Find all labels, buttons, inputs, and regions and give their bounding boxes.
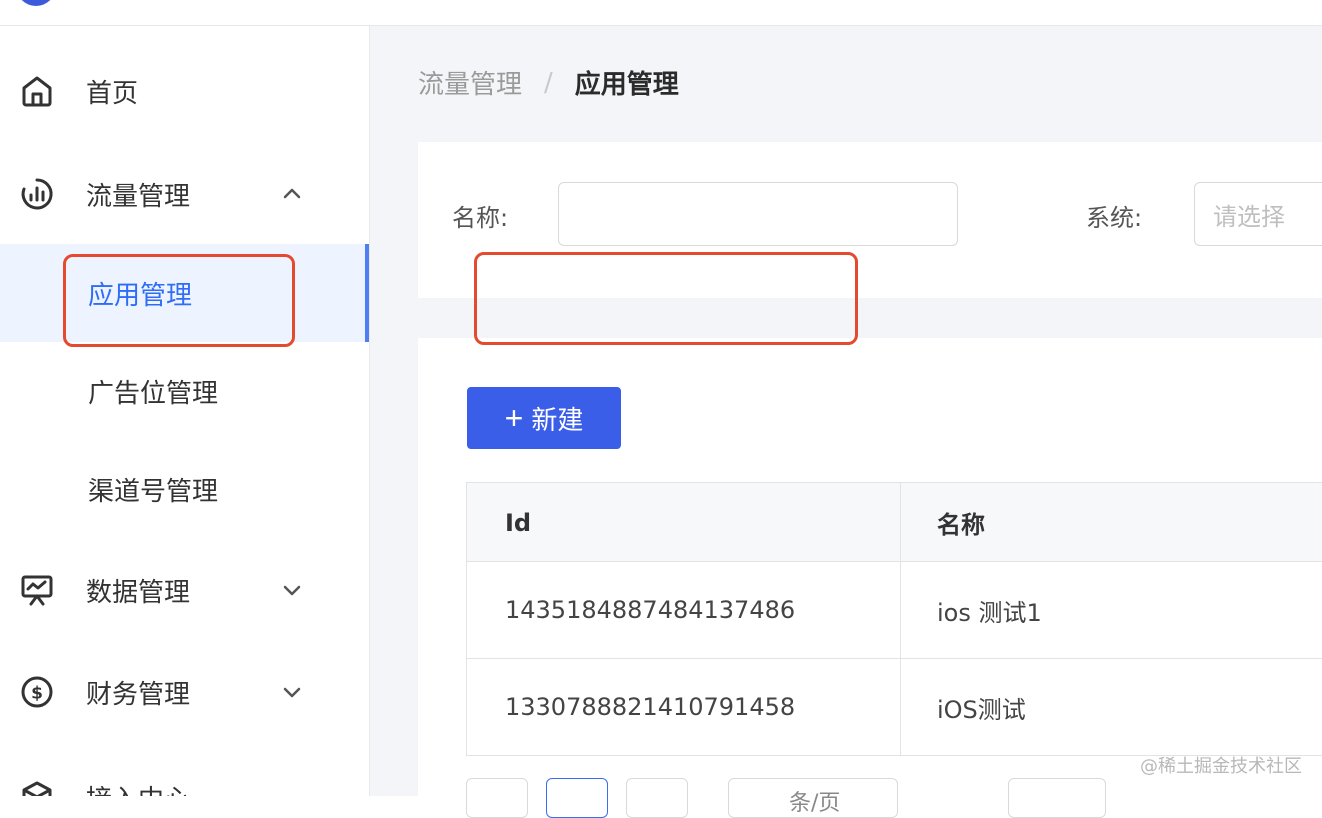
system-filter-label: 系统: bbox=[1086, 204, 1143, 232]
dollar-icon: $ bbox=[21, 676, 53, 708]
data-monitor-icon bbox=[21, 575, 53, 606]
table-row[interactable]: 1330788821410791458 iOS测试 bbox=[467, 659, 1322, 756]
system-filter-select[interactable]: 请选择 bbox=[1194, 182, 1322, 246]
main-content: 流量管理 / 应用管理 名称: 系统: 请选择 + 新建 Id 名称 14351… bbox=[370, 26, 1322, 818]
active-indicator bbox=[365, 244, 369, 342]
highlight-box bbox=[474, 252, 858, 345]
sidebar-item-label: 财务管理 bbox=[86, 679, 191, 710]
new-button-label: 新建 bbox=[531, 404, 584, 435]
svg-text:$: $ bbox=[31, 684, 43, 704]
chevron-down-icon bbox=[283, 687, 301, 698]
name-filter-input[interactable] bbox=[558, 182, 958, 246]
data-table: Id 名称 1435184887484137486 ios 测试1 133078… bbox=[466, 482, 1322, 756]
chevron-down-icon bbox=[283, 585, 301, 596]
system-select-placeholder: 请选择 bbox=[1213, 202, 1285, 231]
table-panel: + 新建 Id 名称 1435184887484137486 ios 测试1 1… bbox=[418, 338, 1322, 818]
top-bar bbox=[0, 0, 1322, 26]
home-icon bbox=[22, 76, 52, 107]
sidebar-item-label: 渠道号管理 bbox=[88, 476, 219, 507]
cell-id: 1435184887484137486 bbox=[505, 596, 796, 624]
sidebar-item-label: 首页 bbox=[86, 78, 139, 109]
sidebar-item-data[interactable]: 数据管理 bbox=[0, 555, 369, 625]
pager-next-button[interactable] bbox=[626, 778, 688, 818]
cell-name: ios 测试1 bbox=[937, 598, 1042, 627]
table-header: Id 名称 bbox=[467, 483, 1322, 562]
page-jump-input[interactable] bbox=[1008, 778, 1106, 818]
sidebar-item-label: 接入中心 bbox=[86, 779, 190, 797]
sidebar-item-traffic[interactable]: 流量管理 bbox=[0, 159, 369, 229]
page-size-select[interactable]: 条/页 bbox=[728, 778, 898, 818]
table-row[interactable]: 1435184887484137486 ios 测试1 bbox=[467, 562, 1322, 659]
cell-id: 1330788821410791458 bbox=[505, 693, 796, 721]
sidebar: 首页 流量管理 应用管理 广告位管理 渠道号管理 数据管理 $ 财务管理 bbox=[0, 26, 370, 796]
sidebar-item-label: 流量管理 bbox=[86, 181, 191, 212]
sidebar-subitem-channel-management[interactable]: 渠道号管理 bbox=[0, 440, 369, 538]
sidebar-item-finance[interactable]: $ 财务管理 bbox=[0, 657, 369, 727]
column-header-id[interactable]: Id bbox=[505, 483, 531, 562]
pager-prev-button[interactable] bbox=[466, 778, 528, 818]
column-divider bbox=[900, 483, 901, 756]
breadcrumb: 流量管理 / 应用管理 bbox=[418, 64, 679, 101]
watermark: @稀土掘金技术社区 bbox=[1140, 756, 1302, 777]
breadcrumb-current: 应用管理 bbox=[574, 70, 679, 100]
chevron-up-icon bbox=[283, 188, 301, 199]
plus-icon: + bbox=[504, 400, 524, 436]
highlight-box bbox=[63, 254, 295, 347]
logo-icon bbox=[16, 0, 56, 6]
traffic-icon bbox=[21, 178, 53, 210]
pager-page-button[interactable] bbox=[546, 778, 608, 818]
breadcrumb-parent[interactable]: 流量管理 bbox=[418, 64, 522, 101]
page-size-label: 条/页 bbox=[789, 791, 841, 816]
breadcrumb-separator: / bbox=[544, 67, 553, 98]
box-icon bbox=[22, 781, 52, 796]
cell-name: iOS测试 bbox=[937, 695, 1026, 724]
sidebar-item-access-center[interactable]: 接入中心 bbox=[0, 762, 369, 796]
sidebar-item-home[interactable]: 首页 bbox=[0, 56, 369, 126]
sidebar-item-label: 广告位管理 bbox=[88, 378, 219, 409]
sidebar-item-label: 数据管理 bbox=[86, 577, 191, 608]
sidebar-subitem-ad-slot-management[interactable]: 广告位管理 bbox=[0, 342, 369, 440]
new-button[interactable]: + 新建 bbox=[467, 387, 621, 449]
column-header-name[interactable]: 名称 bbox=[937, 483, 985, 562]
name-filter-label: 名称: bbox=[452, 204, 509, 232]
